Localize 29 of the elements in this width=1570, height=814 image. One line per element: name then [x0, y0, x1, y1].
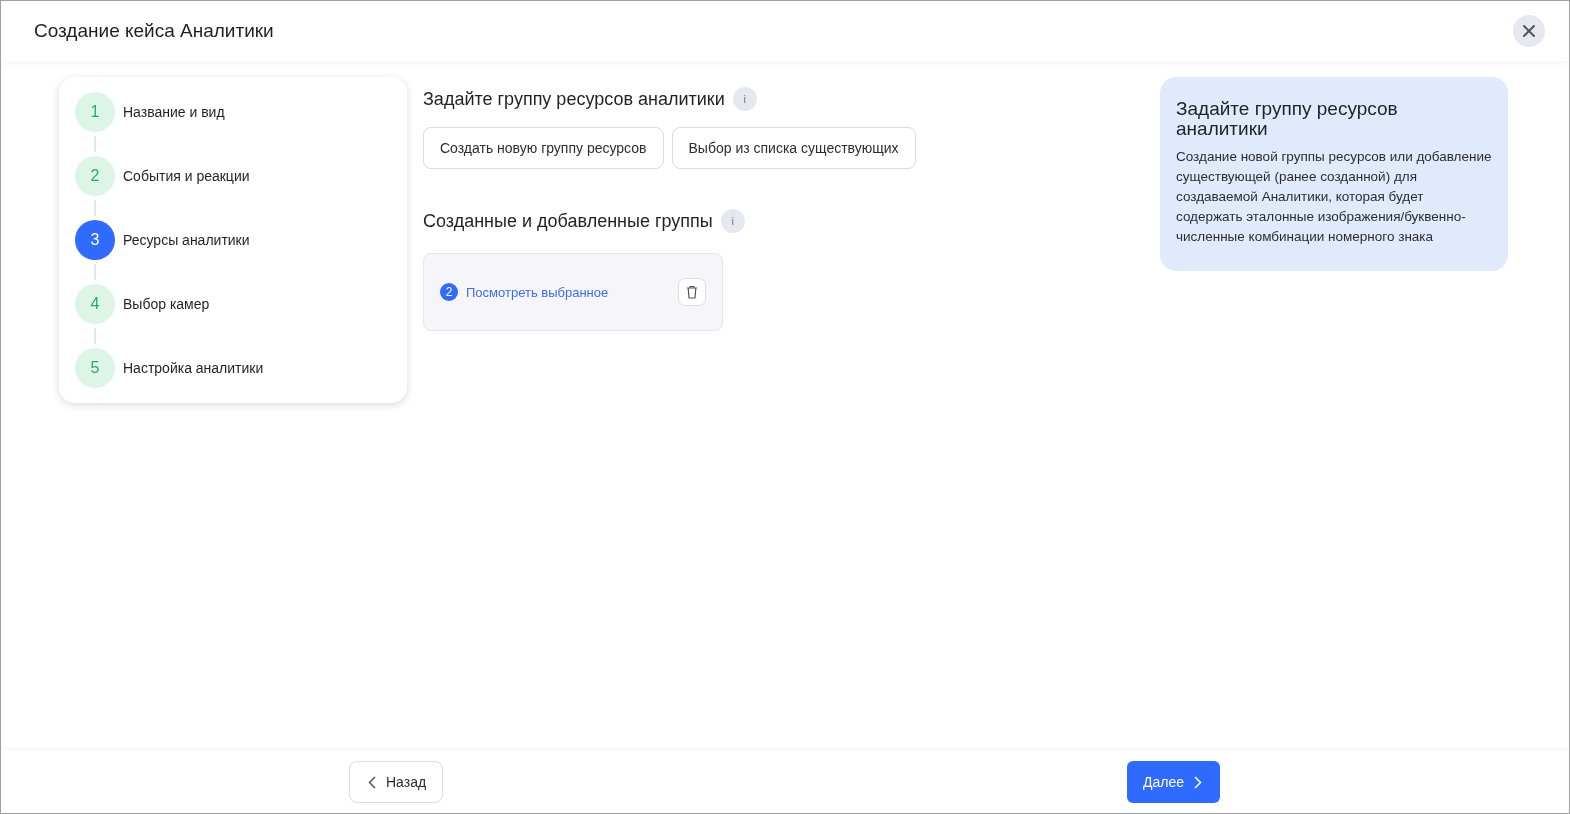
view-selected-link[interactable]: Посмотреть выбранное: [466, 284, 670, 300]
step-label[interactable]: Выбор камер: [123, 296, 210, 312]
option-button[interactable]: Выбор из списка существующих: [671, 127, 916, 169]
step-label[interactable]: События и реакции: [123, 168, 250, 184]
step-number[interactable]: 4: [75, 284, 115, 324]
step-label[interactable]: Название и вид: [123, 104, 225, 120]
close-icon: [1522, 24, 1536, 38]
help-text: Создание новой группы ресурсов или добавление существующей (ранее созданной) для создаваемой Аналитики, которая будет содержать эталонные изображения/буквенно-численные комбинации номерного знака: [1176, 147, 1492, 246]
step-label[interactable]: Настройка аналитики: [123, 360, 264, 376]
info-badge[interactable]: i: [720, 209, 745, 233]
chevron-left-icon: [368, 775, 376, 789]
count-badge: 2: [440, 283, 458, 301]
window-title: Создание кейса Аналитики: [34, 20, 274, 42]
delete-button[interactable]: [678, 278, 706, 306]
section-heading: Задайте группу ресурсов аналитики: [423, 88, 725, 110]
option-button[interactable]: Создать новую группу ресурсов: [423, 127, 664, 169]
chevron-right-icon: [1194, 775, 1202, 789]
step-number[interactable]: 1: [75, 92, 115, 132]
section-heading: Созданные и добавленные группы: [423, 210, 713, 232]
help-title: Задайте группу ресурсов аналитики: [1176, 99, 1399, 139]
back-button[interactable]: Назад: [349, 761, 444, 803]
step-number[interactable]: 3: [75, 220, 115, 260]
info-badge[interactable]: i: [732, 87, 757, 111]
step-label[interactable]: Ресурсы аналитики: [123, 232, 250, 248]
trash-icon: [686, 285, 698, 299]
step-number[interactable]: 2: [75, 156, 115, 196]
close-button[interactable]: [1513, 15, 1545, 47]
next-button[interactable]: Далее: [1127, 761, 1220, 803]
step-number[interactable]: 5: [75, 348, 115, 388]
